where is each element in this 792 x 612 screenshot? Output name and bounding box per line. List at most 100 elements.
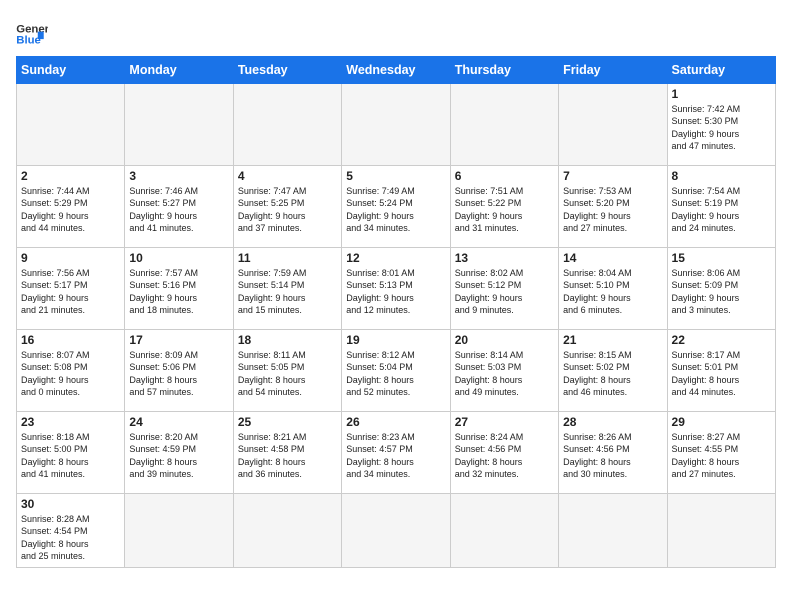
weekday-header-thursday: Thursday <box>450 57 558 84</box>
calendar-week-row: 23 Sunrise: 8:18 AM Sunset: 5:00 PM Dayli… <box>17 412 776 494</box>
cell-daylight-info: Sunrise: 8:06 AM Sunset: 5:09 PM Dayligh… <box>672 267 771 317</box>
weekday-header-saturday: Saturday <box>667 57 775 84</box>
calendar-cell: 22Sunrise: 8:17 AM Sunset: 5:01 PM Dayli… <box>667 330 775 412</box>
cell-daylight-info: Sunrise: 7:57 AM Sunset: 5:16 PM Dayligh… <box>129 267 228 317</box>
calendar-cell: 23 Sunrise: 8:18 AM Sunset: 5:00 PM Dayli… <box>17 412 125 494</box>
calendar-week-row: 30 Sunrise: 8:28 AM Sunset: 4:54 PM Dayli… <box>17 494 776 568</box>
day-number: 21 <box>563 333 662 347</box>
calendar-cell: 14 Sunrise: 8:04 AM Sunset: 5:10 PM Dayli… <box>559 248 667 330</box>
calendar-cell: 21Sunrise: 8:15 AM Sunset: 5:02 PM Dayli… <box>559 330 667 412</box>
day-number: 18 <box>238 333 337 347</box>
day-number: 26 <box>346 415 445 429</box>
day-number: 9 <box>21 251 120 265</box>
cell-daylight-info: Sunrise: 8:20 AM Sunset: 4:59 PM Dayligh… <box>129 431 228 481</box>
day-number: 14 <box>563 251 662 265</box>
calendar-cell <box>233 494 341 568</box>
calendar-cell: 2 Sunrise: 7:44 AM Sunset: 5:29 PM Daylig… <box>17 166 125 248</box>
day-number: 8 <box>672 169 771 183</box>
calendar-cell <box>125 494 233 568</box>
day-number: 27 <box>455 415 554 429</box>
day-number: 23 <box>21 415 120 429</box>
cell-daylight-info: Sunrise: 8:24 AM Sunset: 4:56 PM Dayligh… <box>455 431 554 481</box>
day-number: 10 <box>129 251 228 265</box>
cell-daylight-info: Sunrise: 8:27 AM Sunset: 4:55 PM Dayligh… <box>672 431 771 481</box>
calendar-cell <box>450 84 558 166</box>
cell-daylight-info: Sunrise: 7:54 AM Sunset: 5:19 PM Dayligh… <box>672 185 771 235</box>
calendar-cell: 27 Sunrise: 8:24 AM Sunset: 4:56 PM Dayli… <box>450 412 558 494</box>
day-number: 19 <box>346 333 445 347</box>
cell-daylight-info: Sunrise: 8:21 AM Sunset: 4:58 PM Dayligh… <box>238 431 337 481</box>
cell-daylight-info: Sunrise: 8:12 AM Sunset: 5:04 PM Dayligh… <box>346 349 445 399</box>
calendar-cell <box>559 494 667 568</box>
calendar-cell: 29 Sunrise: 8:27 AM Sunset: 4:55 PM Dayli… <box>667 412 775 494</box>
calendar-cell: 24 Sunrise: 8:20 AM Sunset: 4:59 PM Dayli… <box>125 412 233 494</box>
weekday-header-row: SundayMondayTuesdayWednesdayThursdayFrid… <box>17 57 776 84</box>
calendar-cell: 26 Sunrise: 8:23 AM Sunset: 4:57 PM Dayli… <box>342 412 450 494</box>
calendar-cell <box>342 494 450 568</box>
calendar-week-row: 1 Sunrise: 7:42 AM Sunset: 5:30 PM Daylig… <box>17 84 776 166</box>
day-number: 29 <box>672 415 771 429</box>
calendar-cell <box>667 494 775 568</box>
calendar-week-row: 9 Sunrise: 7:56 AM Sunset: 5:17 PM Daylig… <box>17 248 776 330</box>
calendar-cell: 6Sunrise: 7:51 AM Sunset: 5:22 PM Daylig… <box>450 166 558 248</box>
day-number: 30 <box>21 497 120 511</box>
cell-daylight-info: Sunrise: 7:47 AM Sunset: 5:25 PM Dayligh… <box>238 185 337 235</box>
cell-daylight-info: Sunrise: 7:56 AM Sunset: 5:17 PM Dayligh… <box>21 267 120 317</box>
calendar-cell: 9 Sunrise: 7:56 AM Sunset: 5:17 PM Daylig… <box>17 248 125 330</box>
calendar-cell: 25 Sunrise: 8:21 AM Sunset: 4:58 PM Dayli… <box>233 412 341 494</box>
day-number: 17 <box>129 333 228 347</box>
day-number: 22 <box>672 333 771 347</box>
day-number: 25 <box>238 415 337 429</box>
calendar-table: SundayMondayTuesdayWednesdayThursdayFrid… <box>16 56 776 568</box>
weekday-header-friday: Friday <box>559 57 667 84</box>
cell-daylight-info: Sunrise: 8:26 AM Sunset: 4:56 PM Dayligh… <box>563 431 662 481</box>
day-number: 5 <box>346 169 445 183</box>
calendar-cell: 20 Sunrise: 8:14 AM Sunset: 5:03 PM Dayli… <box>450 330 558 412</box>
cell-daylight-info: Sunrise: 8:18 AM Sunset: 5:00 PM Dayligh… <box>21 431 120 481</box>
day-number: 3 <box>129 169 228 183</box>
cell-daylight-info: Sunrise: 8:28 AM Sunset: 4:54 PM Dayligh… <box>21 513 120 563</box>
cell-daylight-info: Sunrise: 8:14 AM Sunset: 5:03 PM Dayligh… <box>455 349 554 399</box>
calendar-cell: 10 Sunrise: 7:57 AM Sunset: 5:16 PM Dayli… <box>125 248 233 330</box>
cell-daylight-info: Sunrise: 7:59 AM Sunset: 5:14 PM Dayligh… <box>238 267 337 317</box>
logo: General Blue <box>16 20 54 48</box>
cell-daylight-info: Sunrise: 8:01 AM Sunset: 5:13 PM Dayligh… <box>346 267 445 317</box>
day-number: 2 <box>21 169 120 183</box>
cell-daylight-info: Sunrise: 8:23 AM Sunset: 4:57 PM Dayligh… <box>346 431 445 481</box>
weekday-header-monday: Monday <box>125 57 233 84</box>
cell-daylight-info: Sunrise: 7:44 AM Sunset: 5:29 PM Dayligh… <box>21 185 120 235</box>
cell-daylight-info: Sunrise: 7:49 AM Sunset: 5:24 PM Dayligh… <box>346 185 445 235</box>
day-number: 15 <box>672 251 771 265</box>
day-number: 16 <box>21 333 120 347</box>
calendar-cell: 8 Sunrise: 7:54 AM Sunset: 5:19 PM Daylig… <box>667 166 775 248</box>
cell-daylight-info: Sunrise: 7:42 AM Sunset: 5:30 PM Dayligh… <box>672 103 771 153</box>
weekday-header-wednesday: Wednesday <box>342 57 450 84</box>
day-number: 20 <box>455 333 554 347</box>
day-number: 24 <box>129 415 228 429</box>
day-number: 7 <box>563 169 662 183</box>
calendar-cell: 30 Sunrise: 8:28 AM Sunset: 4:54 PM Dayli… <box>17 494 125 568</box>
calendar-cell: 1 Sunrise: 7:42 AM Sunset: 5:30 PM Daylig… <box>667 84 775 166</box>
cell-daylight-info: Sunrise: 8:09 AM Sunset: 5:06 PM Dayligh… <box>129 349 228 399</box>
cell-daylight-info: Sunrise: 7:46 AM Sunset: 5:27 PM Dayligh… <box>129 185 228 235</box>
cell-daylight-info: Sunrise: 8:04 AM Sunset: 5:10 PM Dayligh… <box>563 267 662 317</box>
calendar-cell: 12Sunrise: 8:01 AM Sunset: 5:13 PM Dayli… <box>342 248 450 330</box>
calendar-cell: 11Sunrise: 7:59 AM Sunset: 5:14 PM Dayli… <box>233 248 341 330</box>
calendar-cell <box>233 84 341 166</box>
logo-icon: General Blue <box>16 20 48 48</box>
calendar-cell <box>17 84 125 166</box>
calendar-cell: 5 Sunrise: 7:49 AM Sunset: 5:24 PM Daylig… <box>342 166 450 248</box>
calendar-cell: 15 Sunrise: 8:06 AM Sunset: 5:09 PM Dayli… <box>667 248 775 330</box>
cell-daylight-info: Sunrise: 7:51 AM Sunset: 5:22 PM Dayligh… <box>455 185 554 235</box>
calendar-cell: 7Sunrise: 7:53 AM Sunset: 5:20 PM Daylig… <box>559 166 667 248</box>
page-header: General Blue <box>16 16 776 48</box>
calendar-cell: 17 Sunrise: 8:09 AM Sunset: 5:06 PM Dayli… <box>125 330 233 412</box>
calendar-cell: 13Sunrise: 8:02 AM Sunset: 5:12 PM Dayli… <box>450 248 558 330</box>
calendar-cell <box>559 84 667 166</box>
calendar-cell: 19 Sunrise: 8:12 AM Sunset: 5:04 PM Dayli… <box>342 330 450 412</box>
svg-text:Blue: Blue <box>16 35 41 47</box>
day-number: 1 <box>672 87 771 101</box>
cell-daylight-info: Sunrise: 8:02 AM Sunset: 5:12 PM Dayligh… <box>455 267 554 317</box>
calendar-cell: 4Sunrise: 7:47 AM Sunset: 5:25 PM Daylig… <box>233 166 341 248</box>
cell-daylight-info: Sunrise: 8:11 AM Sunset: 5:05 PM Dayligh… <box>238 349 337 399</box>
